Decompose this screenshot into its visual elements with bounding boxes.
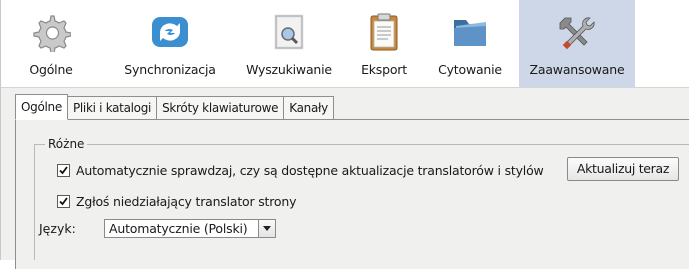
preferences-window: Ogólne Synchronizacja Wyszukiwanie Ekspo… <box>0 0 689 269</box>
toolbar-label-general: Ogólne <box>29 62 73 77</box>
language-select[interactable]: Automatycznie (Polski) <box>104 219 276 238</box>
toolbar-button-sync[interactable]: Synchronizacja <box>114 0 226 87</box>
language-label: Język: <box>39 221 76 236</box>
language-select-value: Automatycznie (Polski) <box>109 221 248 236</box>
toolbar-button-export[interactable]: Eksport <box>349 0 419 87</box>
report-broken-translator-label: Zgłoś niedziałający translator strony <box>76 194 297 209</box>
chevron-down-icon[interactable] <box>258 219 276 238</box>
toolbar-label-export: Eksport <box>361 62 407 77</box>
tab-feeds[interactable]: Kanały <box>284 96 334 120</box>
tools-wrench-screwdriver-icon <box>557 12 597 52</box>
toolbar-label-sync: Synchronizacja <box>124 62 216 77</box>
advanced-tab-bar: Ogólne Pliki i katalogi Skróty klawiatur… <box>15 94 334 120</box>
document-magnifier-icon <box>269 12 309 52</box>
report-broken-translator-checkbox[interactable] <box>57 195 70 208</box>
toolbar-button-search[interactable]: Wyszukiwanie <box>239 0 339 87</box>
tab-general[interactable]: Ogólne <box>15 94 68 120</box>
clipboard-icon <box>364 12 404 52</box>
gear-icon <box>31 12 72 54</box>
folder-icon <box>450 12 490 52</box>
tab-files-and-folders[interactable]: Pliki i katalogi <box>67 96 158 120</box>
update-now-button[interactable]: Aktualizuj teraz <box>567 157 679 181</box>
preferences-toolbar: Ogólne Synchronizacja Wyszukiwanie Ekspo… <box>1 0 689 88</box>
auto-update-row: Automatycznie sprawdzaj, czy są dostępne… <box>57 163 544 178</box>
sync-arrows-icon <box>150 12 190 52</box>
tab-keyboard-shortcuts[interactable]: Skróty klawiaturowe <box>157 96 285 120</box>
toolbar-label-search: Wyszukiwanie <box>246 62 332 77</box>
misc-group-title: Różne <box>45 137 88 151</box>
toolbar-button-cite[interactable]: Cytowanie <box>429 0 511 87</box>
checkmark-icon <box>59 166 68 175</box>
report-broken-row: Zgłoś niedziałający translator strony <box>57 194 296 209</box>
toolbar-label-advanced: Zaawansowane <box>529 62 625 77</box>
auto-update-checkbox[interactable] <box>57 164 70 177</box>
checkmark-icon <box>59 197 68 206</box>
toolbar-button-general[interactable]: Ogólne <box>15 0 87 87</box>
toolbar-button-advanced[interactable]: Zaawansowane <box>519 0 635 87</box>
toolbar-label-cite: Cytowanie <box>438 62 502 77</box>
auto-update-label: Automatycznie sprawdzaj, czy są dostępne… <box>76 163 544 178</box>
